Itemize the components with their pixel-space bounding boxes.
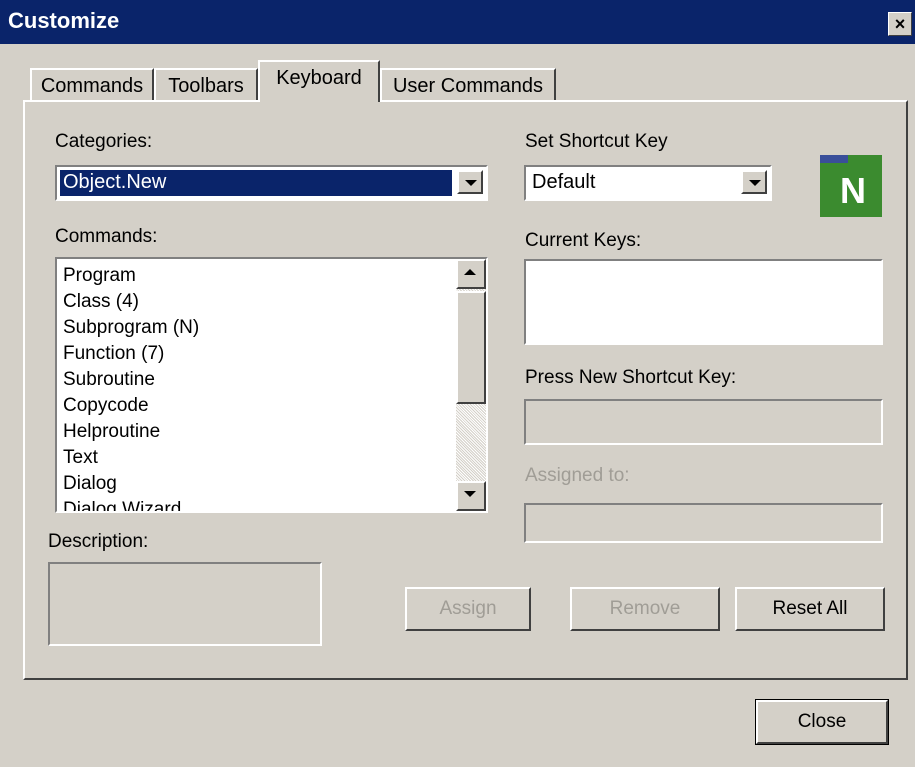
list-item[interactable]: Dialog [63,473,117,494]
reset-all-button[interactable]: Reset All [735,587,885,631]
list-item[interactable]: Subroutine [63,369,155,390]
tab-commands[interactable]: Commands [30,68,154,100]
commands-label: Commands: [55,226,158,247]
chevron-down-icon [464,491,476,497]
tab-toolbars[interactable]: Toolbars [154,68,258,100]
scrollbar-thumb[interactable] [456,291,486,404]
list-item[interactable]: Dialog Wizard [63,499,181,511]
assigned-to-label: Assigned to: [525,465,630,486]
chevron-down-icon [465,180,477,186]
categories-dropdown[interactable]: Object.New [55,165,488,201]
new-shortcut-input[interactable] [524,399,883,445]
list-item[interactable]: Subprogram (N) [63,317,199,338]
title-bar [0,0,915,44]
assigned-to-field [524,503,883,543]
assign-button[interactable]: Assign [405,587,531,631]
shortcut-key-value: Default [532,171,596,193]
current-keys-label: Current Keys: [525,230,642,251]
categories-value: Object.New [60,170,452,196]
shortcut-key-dropdown-button[interactable] [741,170,767,194]
scroll-down-button[interactable] [456,481,486,511]
tab-user-commands[interactable]: User Commands [380,68,556,100]
shortcut-key-dropdown[interactable]: Default [524,165,772,201]
new-shortcut-label: Press New Shortcut Key: [525,367,737,388]
description-label: Description: [48,531,149,552]
list-item[interactable]: Class (4) [63,291,139,312]
chevron-up-icon [464,269,476,275]
list-item[interactable]: Program [63,265,136,286]
tab-keyboard[interactable]: Keyboard [258,60,380,102]
logo-bar [820,155,848,163]
list-item[interactable]: Copycode [63,395,149,416]
logo-letter: N [840,170,866,211]
close-button[interactable]: Close [755,699,889,745]
window-title: Customize [8,8,120,33]
natural-logo-icon: N [820,155,882,217]
list-item[interactable]: Function (7) [63,343,164,364]
set-shortcut-key-label: Set Shortcut Key [525,131,668,152]
commands-list[interactable]: Program Class (4) Subprogram (N) Functio… [55,257,488,513]
scroll-up-button[interactable] [456,259,486,289]
close-icon[interactable]: × [888,12,912,36]
chevron-down-icon [749,180,761,186]
description-box [48,562,322,646]
categories-dropdown-button[interactable] [457,170,483,194]
list-item[interactable]: Text [63,447,98,468]
categories-label: Categories: [55,131,153,152]
list-item[interactable]: Helproutine [63,421,160,442]
current-keys-list[interactable] [524,259,883,345]
remove-button[interactable]: Remove [570,587,720,631]
